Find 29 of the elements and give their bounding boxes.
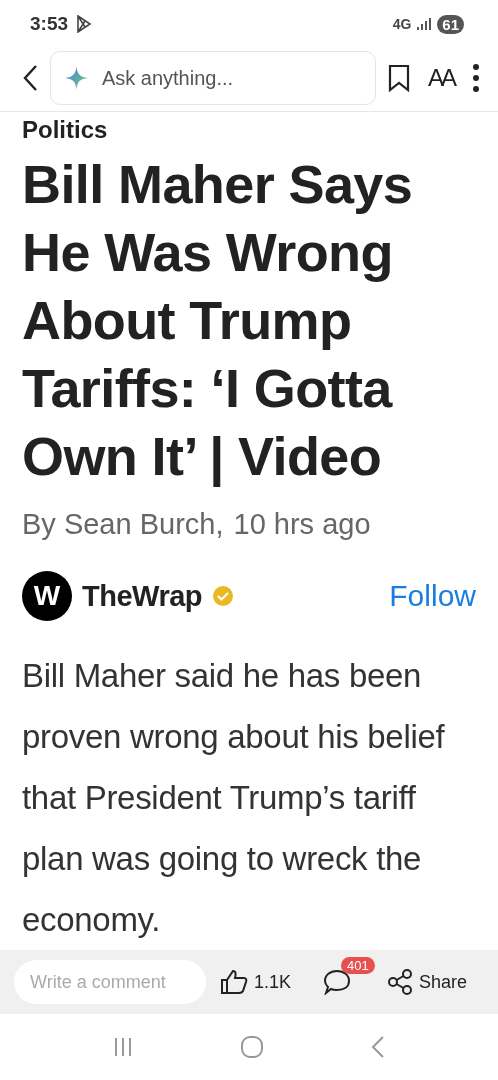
publisher-name: TheWrap xyxy=(82,579,203,613)
article-headline: Bill Maher Says He Was Wrong About Trump Tariffs: ‘I Gotta Own It’ | Video xyxy=(22,153,414,489)
comment-field[interactable]: Write a comment xyxy=(14,960,206,1005)
comments-button[interactable] xyxy=(323,969,352,996)
share-button[interactable]: Share xyxy=(387,969,468,996)
share-icon xyxy=(387,969,414,996)
home-button[interactable] xyxy=(240,1035,264,1060)
recent-apps-button[interactable] xyxy=(113,1037,134,1058)
play-store-icon xyxy=(76,15,93,34)
byline: By Sean Burch, xyxy=(22,508,224,542)
network-label: 4G xyxy=(392,16,412,33)
bookmark-button[interactable] xyxy=(388,64,410,92)
search-bar[interactable]: Ask anything... xyxy=(50,51,376,105)
text-size-button[interactable]: AA xyxy=(422,64,460,92)
status-time: 3:53 xyxy=(30,13,69,36)
publisher-logo: W xyxy=(22,571,72,622)
article-body: Bill Maher said he has been proven wrong about his belief that President Trump’s tariff plan was going to wreck the economy. xyxy=(22,656,446,941)
comment-count-badge: 401 xyxy=(341,957,375,975)
back-button[interactable] xyxy=(22,64,38,92)
thumbs-up-icon xyxy=(220,969,248,996)
like-button[interactable]: 1.1K xyxy=(220,969,292,996)
publish-time: 10 hrs ago xyxy=(233,508,371,542)
more-menu-button[interactable] xyxy=(472,63,480,93)
sparkle-icon xyxy=(65,65,88,91)
back-nav-button[interactable] xyxy=(370,1035,385,1060)
category-label: Politics xyxy=(22,116,109,145)
signal-icon xyxy=(417,17,432,32)
follow-button[interactable]: Follow xyxy=(389,579,476,614)
battery-level: 61 xyxy=(437,14,464,34)
